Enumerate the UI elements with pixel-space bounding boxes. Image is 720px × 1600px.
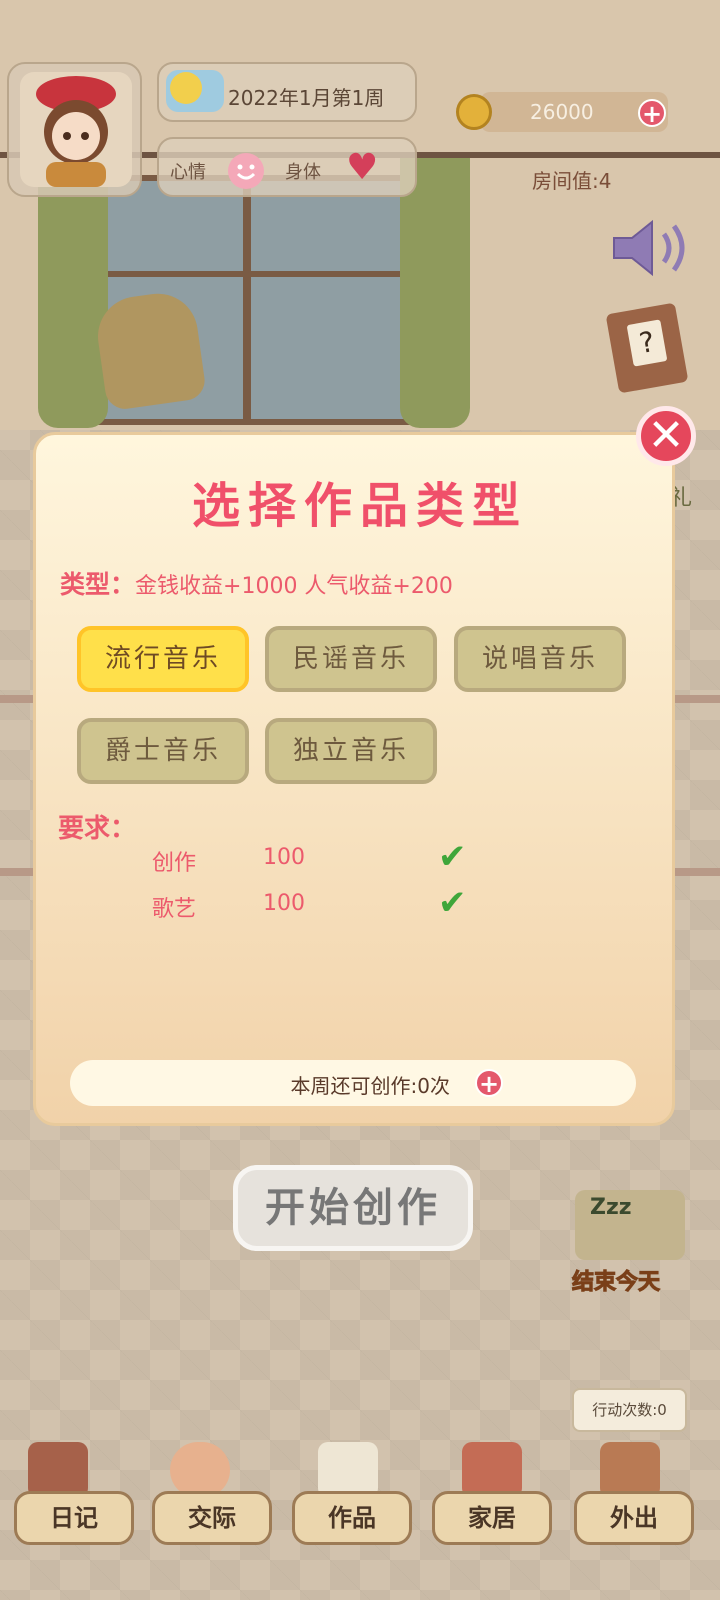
mood-label: 心情 — [170, 162, 206, 183]
health-heart-icon[interactable]: ♥ — [346, 150, 378, 186]
home-icon[interactable] — [462, 1442, 522, 1498]
close-button[interactable]: ✕ — [636, 406, 696, 466]
sun-icon — [170, 72, 202, 104]
type-effect: 金钱收益+1000 人气收益+200 — [135, 574, 453, 599]
current-date: 2022年1月第1周 — [228, 86, 385, 110]
add-quota-button[interactable]: + — [475, 1069, 503, 1097]
genre-button-rap[interactable]: 说唱音乐 — [454, 626, 626, 692]
room-value: 房间值:4 — [532, 169, 612, 193]
requirement-name: 歌艺 — [152, 897, 197, 922]
social-icon[interactable] — [170, 1442, 230, 1498]
money-amount: 26000 — [530, 100, 594, 124]
nav-tab-social[interactable]: 交际 — [152, 1491, 272, 1545]
requirement-value: 100 — [263, 891, 305, 916]
genre-button-indie[interactable]: 独立音乐 — [265, 718, 437, 784]
works-icon[interactable] — [318, 1442, 378, 1498]
requirements-label: 要求： — [58, 814, 137, 844]
type-prefix: 类型： — [60, 570, 136, 599]
curtain-right — [400, 158, 470, 428]
curtain-left — [38, 158, 108, 428]
type-effect-line: 类型：金钱收益+1000 人气收益+200 — [60, 565, 453, 601]
nav-tab-outing[interactable]: 外出 — [574, 1491, 694, 1545]
sound-icon[interactable] — [610, 218, 690, 278]
diary-icon[interactable] — [28, 1442, 88, 1498]
genre-button-jazz[interactable]: 爵士音乐 — [77, 718, 249, 784]
avatar[interactable] — [20, 72, 132, 187]
nav-tab-home[interactable]: 家居 — [432, 1491, 552, 1545]
nav-tab-works[interactable]: 作品 — [292, 1491, 412, 1545]
help-question-mark: ? — [626, 319, 668, 367]
genre-button-folk[interactable]: 民谣音乐 — [265, 626, 437, 692]
coin-icon — [456, 94, 492, 130]
genre-button-pop[interactable]: 流行音乐 — [77, 626, 249, 692]
sleep-zzz: Zzz — [590, 1195, 632, 1220]
start-creation-button[interactable]: 开始创作 — [233, 1165, 473, 1251]
mood-smile-icon[interactable] — [228, 153, 264, 189]
nav-tab-diary[interactable]: 日记 — [14, 1491, 134, 1545]
actions-left-tooltip: 行动次数:0 — [572, 1388, 687, 1432]
add-money-button[interactable]: + — [638, 99, 666, 127]
body-label: 身体 — [285, 162, 321, 183]
requirement-name: 创作 — [152, 851, 197, 876]
check-icon: ✔ — [438, 883, 467, 923]
check-icon: ✔ — [438, 837, 467, 877]
end-day-button[interactable]: 结束今天 — [571, 1264, 660, 1296]
outing-icon[interactable] — [600, 1442, 660, 1498]
requirement-value: 100 — [263, 845, 305, 870]
weekly-quota-text: 本周还可创作:0次 — [290, 1074, 450, 1098]
dialog-title: 选择作品类型 — [191, 478, 528, 534]
